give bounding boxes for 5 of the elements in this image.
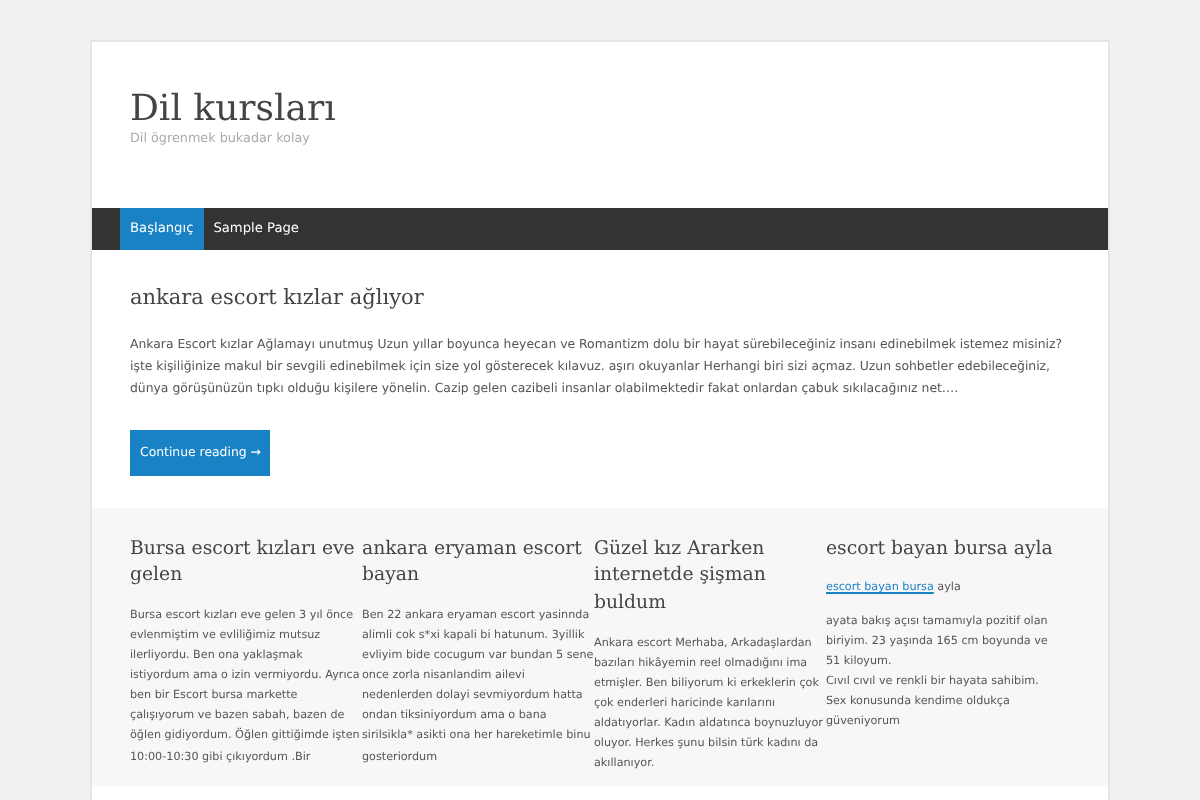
post-title[interactable]: ankara escort kızlar ağlıyor bbox=[130, 286, 1070, 312]
widget-title[interactable]: Güzel kız Ararken internetde şişman buldum bbox=[594, 535, 826, 618]
site-title: Dil kursları bbox=[130, 90, 338, 130]
widget-title[interactable]: Bursa escort kızları eve gelen bbox=[130, 535, 362, 591]
widget-title[interactable]: escort bayan bursa ayla bbox=[826, 535, 1058, 563]
